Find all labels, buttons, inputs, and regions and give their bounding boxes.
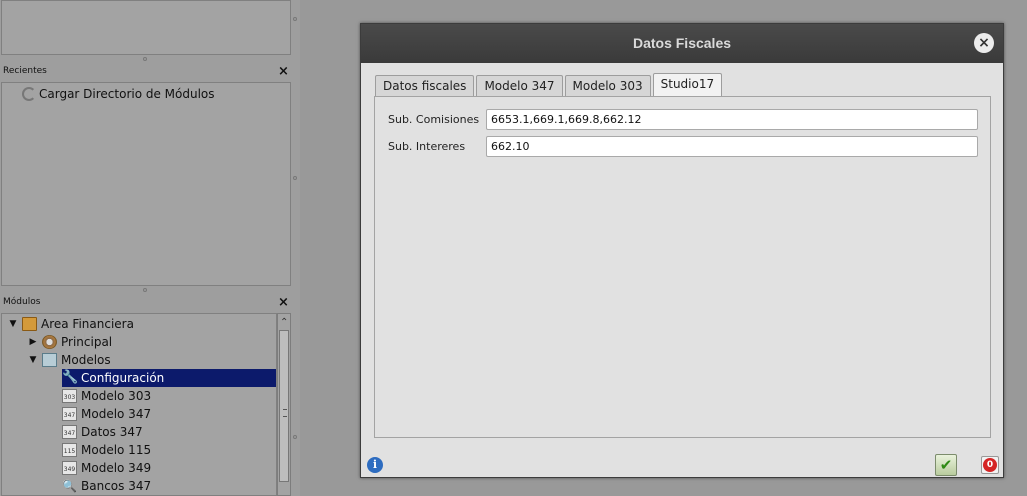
tree-item-label: Modelo 115 — [81, 443, 152, 457]
magnifier-icon: 🔍 — [62, 479, 77, 493]
splitter-handle-icon[interactable] — [143, 57, 147, 61]
top-dock-panel — [1, 0, 291, 55]
sub-intereres-label: Sub. Intereres — [388, 140, 466, 153]
left-dock-area: Recientes × Cargar Directorio de Módulos… — [0, 0, 300, 496]
tab-studio17[interactable]: Studio17 — [652, 73, 723, 96]
dialog-title: Datos Fiscales — [632, 35, 732, 51]
recent-item-label: Cargar Directorio de Módulos — [39, 87, 215, 101]
tree-item-label: Area Financiera — [41, 317, 134, 331]
document-icon: 347 — [62, 425, 77, 439]
stop-icon: 0 — [983, 458, 997, 472]
dialog-titlebar[interactable]: Datos Fiscales × — [361, 24, 1003, 63]
document-icon: 303 — [62, 389, 77, 403]
expand-arrow-icon[interactable]: ▼ — [8, 319, 18, 329]
dialog-tab-bar: Datos fiscales Modelo 347 Modelo 303 Stu… — [375, 73, 724, 96]
datos-fiscales-dialog: Datos Fiscales × Datos fiscales Modelo 3… — [360, 23, 1004, 478]
document-icon: 115 — [62, 443, 77, 457]
dialog-close-button[interactable]: × — [974, 33, 994, 53]
tree-item-modelo-115[interactable]: 115 Modelo 115 — [62, 441, 151, 459]
document-icon: 347 — [62, 407, 77, 421]
gear-icon — [42, 335, 57, 349]
splitter-handle-icon[interactable] — [293, 435, 297, 439]
recent-item-cargar-directorio[interactable]: Cargar Directorio de Módulos — [22, 86, 215, 102]
tree-item-bancos-347[interactable]: 🔍 Bancos 347 — [62, 477, 151, 495]
tab-modelo-347[interactable]: Modelo 347 — [476, 75, 563, 96]
tab-modelo-303[interactable]: Modelo 303 — [564, 75, 651, 96]
sub-comisiones-label: Sub. Comisiones — [388, 113, 480, 126]
recientes-close-button[interactable]: × — [278, 65, 289, 78]
tree-item-label: Modelo 349 — [81, 461, 152, 475]
tree-item-label: Bancos 347 — [81, 479, 152, 493]
collapse-arrow-icon[interactable]: ▶ — [28, 337, 38, 347]
modules-tree: ▼ Area Financiera ▶ Principal ▼ Modelos … — [1, 313, 277, 496]
scrollbar-thumb[interactable] — [279, 330, 289, 482]
document-icon: 349 — [62, 461, 77, 475]
tree-item-label: Modelos — [61, 353, 111, 367]
info-icon[interactable]: i — [367, 457, 383, 473]
tree-item-label: Modelo 347 — [81, 407, 152, 421]
scroll-up-arrow-icon[interactable]: ⌃ — [280, 317, 288, 328]
modulos-title: Módulos — [3, 297, 41, 307]
recientes-title: Recientes — [3, 66, 47, 76]
wrench-icon: 🔧 — [62, 370, 79, 385]
tree-item-label: Configuración — [81, 371, 165, 385]
folder-icon — [22, 317, 37, 331]
expand-arrow-icon[interactable]: ▼ — [28, 355, 38, 365]
tree-item-principal[interactable]: ▶ Principal — [28, 333, 112, 351]
grip-icon — [283, 409, 287, 417]
tree-item-area-financiera[interactable]: ▼ Area Financiera — [8, 315, 134, 333]
studio17-tab-panel: Sub. Comisiones Sub. Intereres — [374, 96, 991, 438]
tree-item-modelo-347[interactable]: 347 Modelo 347 — [62, 405, 151, 423]
tree-item-modelos[interactable]: ▼ Modelos — [28, 351, 111, 369]
sub-intereres-input[interactable] — [486, 136, 978, 157]
splitter-handle-icon[interactable] — [293, 17, 297, 21]
recientes-panel — [1, 82, 291, 286]
tree-item-modelo-349[interactable]: 349 Modelo 349 — [62, 459, 151, 477]
tree-item-datos-347[interactable]: 347 Datos 347 — [62, 423, 143, 441]
splitter-handle-icon[interactable] — [293, 176, 297, 180]
tab-datos-fiscales[interactable]: Datos fiscales — [375, 75, 475, 96]
accept-button[interactable]: ✔ — [935, 454, 957, 476]
models-icon — [42, 353, 57, 367]
tree-item-label: Modelo 303 — [81, 389, 152, 403]
tree-item-modelo-303[interactable]: 303 Modelo 303 — [62, 387, 151, 405]
tree-item-label: Datos 347 — [81, 425, 143, 439]
modulos-close-button[interactable]: × — [278, 296, 289, 309]
splitter-handle-icon[interactable] — [143, 288, 147, 292]
tree-scrollbar[interactable]: ⌃ — [277, 313, 291, 496]
tree-item-label: Principal — [61, 335, 113, 349]
cancel-button[interactable]: 0 — [981, 456, 999, 474]
sub-comisiones-input[interactable] — [486, 109, 978, 130]
tree-item-configuracion[interactable]: 🔧 Configuración — [62, 369, 276, 387]
loading-spinner-icon — [22, 87, 36, 101]
